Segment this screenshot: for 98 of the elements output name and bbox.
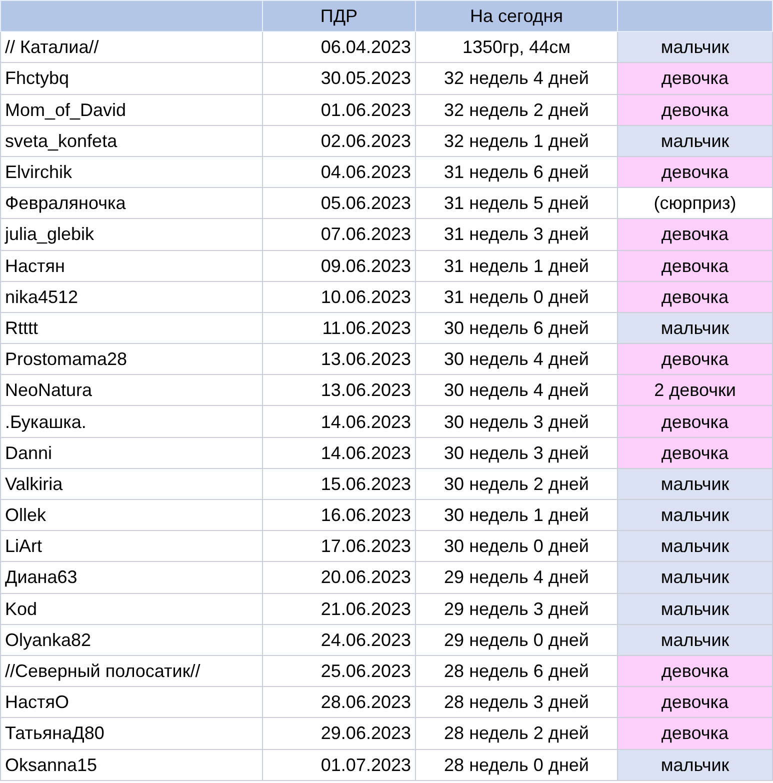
table-cell: 25.06.2023 bbox=[262, 655, 416, 687]
table-cell: НастяО bbox=[0, 686, 262, 718]
table-cell: 30 недель 6 дней bbox=[416, 312, 618, 344]
table-cell: 01.07.2023 bbox=[262, 749, 416, 780]
table-cell: 30 недель 4 дней bbox=[416, 344, 618, 375]
table-cell: мальчик bbox=[618, 312, 772, 344]
table-cell: Mom_of_David bbox=[0, 94, 262, 126]
table-cell: мальчик bbox=[618, 624, 772, 656]
table-cell: 09.06.2023 bbox=[262, 250, 416, 282]
table-cell: девочка bbox=[618, 686, 772, 718]
table-cell: 28 недель 6 дней bbox=[416, 655, 618, 687]
table-cell: 01.06.2023 bbox=[262, 94, 416, 126]
table-cell: 05.06.2023 bbox=[262, 188, 416, 219]
column-header: ПДР bbox=[262, 0, 416, 32]
table-cell: .Букашка. bbox=[0, 406, 262, 438]
table-cell: 24.06.2023 bbox=[262, 624, 416, 656]
table-cell: nika4512 bbox=[0, 281, 262, 312]
table-cell: 06.04.2023 bbox=[262, 32, 416, 63]
table-cell: julia_glebik bbox=[0, 218, 262, 250]
table-cell: Ollek bbox=[0, 500, 262, 531]
table-cell: девочка bbox=[618, 218, 772, 250]
table-cell: Elvirchik bbox=[0, 156, 262, 188]
table-cell: Настян bbox=[0, 250, 262, 282]
table-cell: 31 недель 5 дней bbox=[416, 188, 618, 219]
table-cell: 28.06.2023 bbox=[262, 686, 416, 718]
table-cell: Valkiria bbox=[0, 468, 262, 500]
table-cell: девочка bbox=[618, 281, 772, 312]
table-cell: 30 недель 4 дней bbox=[416, 374, 618, 406]
table-cell: Olyanka82 bbox=[0, 624, 262, 656]
table-cell: sveta_konfeta bbox=[0, 125, 262, 156]
table-cell: 32 недель 1 дней bbox=[416, 125, 618, 156]
table-cell: 30 недель 2 дней bbox=[416, 468, 618, 500]
table-cell: мальчик bbox=[618, 749, 772, 780]
table-cell: LiArt bbox=[0, 530, 262, 562]
table-cell: мальчик bbox=[618, 32, 772, 63]
table-cell: 30.05.2023 bbox=[262, 62, 416, 94]
table-cell: 31 недель 1 дней bbox=[416, 250, 618, 282]
table-cell: мальчик bbox=[618, 125, 772, 156]
table-cell: 29.06.2023 bbox=[262, 718, 416, 749]
table-cell: (сюрприз) bbox=[618, 188, 772, 219]
table-cell: 17.06.2023 bbox=[262, 530, 416, 562]
table-cell: ТатьянаД80 bbox=[0, 718, 262, 749]
table-cell: девочка bbox=[618, 250, 772, 282]
table-cell: 30 недель 1 дней bbox=[416, 500, 618, 531]
column-header: На сегодня bbox=[416, 0, 618, 32]
table-cell: 30 недель 0 дней bbox=[416, 530, 618, 562]
table-cell: 29 недель 0 дней bbox=[416, 624, 618, 656]
table-cell: 13.06.2023 bbox=[262, 374, 416, 406]
table-cell: 11.06.2023 bbox=[262, 312, 416, 344]
table-cell: 32 недель 4 дней bbox=[416, 62, 618, 94]
table-cell: 15.06.2023 bbox=[262, 468, 416, 500]
table-cell: 14.06.2023 bbox=[262, 406, 416, 438]
table-cell: 31 недель 3 дней bbox=[416, 218, 618, 250]
table-cell: девочка bbox=[618, 655, 772, 687]
table-cell: 20.06.2023 bbox=[262, 562, 416, 594]
table-cell: 04.06.2023 bbox=[262, 156, 416, 188]
table-cell: 14.06.2023 bbox=[262, 437, 416, 468]
table-cell: 02.06.2023 bbox=[262, 125, 416, 156]
table-cell: 1350гр, 44см bbox=[416, 32, 618, 63]
table-cell: 28 недель 2 дней bbox=[416, 718, 618, 749]
table-cell: 29 недель 4 дней bbox=[416, 562, 618, 594]
table-cell: девочка bbox=[618, 437, 772, 468]
table-cell: Danni bbox=[0, 437, 262, 468]
table-cell: NeoNatura bbox=[0, 374, 262, 406]
table-cell: мальчик bbox=[618, 562, 772, 594]
table-cell: Февраляночка bbox=[0, 188, 262, 219]
table-cell: девочка bbox=[618, 718, 772, 749]
table-cell: 13.06.2023 bbox=[262, 344, 416, 375]
table-cell: 07.06.2023 bbox=[262, 218, 416, 250]
table-cell: 30 недель 3 дней bbox=[416, 406, 618, 438]
table-cell: Prostomama28 bbox=[0, 344, 262, 375]
table-cell: Fhctybq bbox=[0, 62, 262, 94]
table-cell: Диана63 bbox=[0, 562, 262, 594]
table-cell: мальчик bbox=[618, 468, 772, 500]
table-cell: //Северный полосатик// bbox=[0, 655, 262, 687]
table-cell: 31 недель 0 дней bbox=[416, 281, 618, 312]
table-cell: 2 девочки bbox=[618, 374, 772, 406]
table-cell: Kod bbox=[0, 593, 262, 624]
table-cell: мальчик bbox=[618, 530, 772, 562]
table-cell: мальчик bbox=[618, 500, 772, 531]
table-cell: мальчик bbox=[618, 593, 772, 624]
table-cell: 10.06.2023 bbox=[262, 281, 416, 312]
table-cell: Oksanna15 bbox=[0, 749, 262, 780]
table-cell: 32 недель 2 дней bbox=[416, 94, 618, 126]
table-cell: 31 недель 6 дней bbox=[416, 156, 618, 188]
table-cell: девочка bbox=[618, 94, 772, 126]
table-cell: // Каталиа// bbox=[0, 32, 262, 63]
table-cell: 21.06.2023 bbox=[262, 593, 416, 624]
table-cell: 28 недель 0 дней bbox=[416, 749, 618, 780]
table-cell: девочка bbox=[618, 344, 772, 375]
table-cell: девочка bbox=[618, 156, 772, 188]
table-cell: девочка bbox=[618, 406, 772, 438]
table-cell: 16.06.2023 bbox=[262, 500, 416, 531]
table-cell: 28 недель 3 дней bbox=[416, 686, 618, 718]
table-cell: 29 недель 3 дней bbox=[416, 593, 618, 624]
table-cell: 30 недель 3 дней bbox=[416, 437, 618, 468]
table-cell: девочка bbox=[618, 62, 772, 94]
table-cell: Rtttt bbox=[0, 312, 262, 344]
